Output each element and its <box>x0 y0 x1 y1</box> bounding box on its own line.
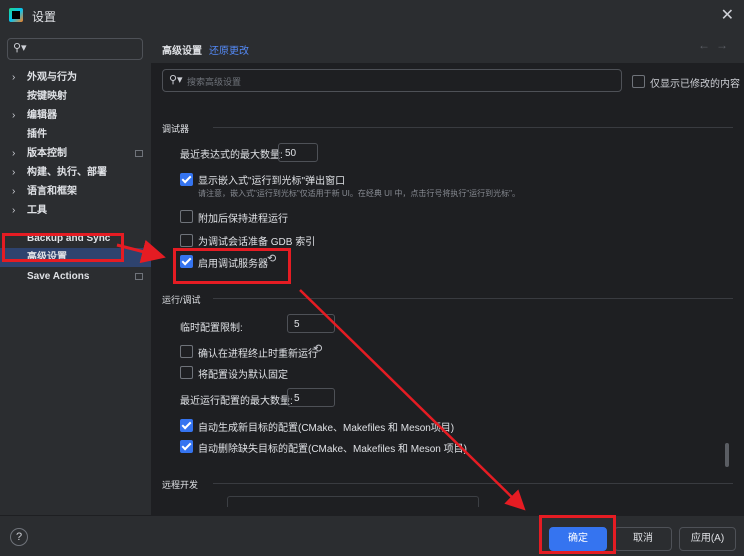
breadcrumb: 高级设置 还原更改 ←→ <box>151 30 744 63</box>
pin-default-checkbox[interactable] <box>180 366 193 379</box>
auto-delete-checkbox[interactable] <box>180 440 193 453</box>
section-divider <box>213 483 733 484</box>
show-inline-run-to-cursor-label: 显示嵌入式"运行到光标"弹出窗口 <box>198 176 346 187</box>
title-bar: 设置 ✕ <box>0 0 744 30</box>
app-logo-icon <box>9 8 23 22</box>
sidebar-item[interactable]: › 版本控制 <box>0 144 151 163</box>
recent-configs-label: 最近运行配置的最大数量: <box>180 396 293 407</box>
sidebar-item-label: 版本控制 <box>27 148 67 159</box>
project-scope-icon <box>135 150 143 157</box>
section-divider <box>213 298 733 299</box>
confirm-rerun-label: 确认在进程终止时重新运行 <box>198 349 318 360</box>
sidebar-item-label: 工具 <box>27 205 47 216</box>
auto-generate-checkbox[interactable] <box>180 419 193 432</box>
section-run-debug: 运行/调试 <box>162 295 201 305</box>
modified-only-label: 仅显示已修改的内容 <box>650 79 740 90</box>
nav-gap <box>0 220 151 229</box>
gdb-index-label: 为调试会话准备 GDB 索引 <box>198 237 316 248</box>
search-icon: ⚲▾ <box>169 74 183 86</box>
reset-changes-link[interactable]: 还原更改 <box>209 42 249 57</box>
reset-arrow-icon[interactable]: ⟲ <box>313 342 322 355</box>
gdb-index-checkbox[interactable] <box>180 234 193 247</box>
pin-default-label: 将配置设为默认固定 <box>198 370 288 381</box>
chevron-right-icon[interactable]: › <box>12 182 15 201</box>
auto-generate-label: 自动生成新目标的配置(CMake、Makefiles 和 Meson项目) <box>198 423 455 434</box>
section-debugger: 调试器 <box>162 124 190 134</box>
sidebar-item-label: Save Actions <box>27 271 90 282</box>
advanced-settings-search-input[interactable]: ⚲▾ 搜索高级设置 <box>162 69 622 92</box>
window-title: 设置 <box>32 10 57 24</box>
dialog-footer: ? 确定 取消 应用(A) <box>0 515 744 556</box>
sidebar-item[interactable]: › 工具 <box>0 201 151 220</box>
back-forward-arrows[interactable]: ←→ <box>698 38 734 52</box>
sidebar-item[interactable]: › 编辑器 <box>0 106 151 125</box>
sidebar-item[interactable]: › 外观与行为 <box>0 68 151 87</box>
scrollbar-thumb[interactable] <box>725 443 729 467</box>
sidebar-item[interactable]: › 语言和框架 <box>0 182 151 201</box>
keep-process-label: 附加后保持进程运行 <box>198 214 288 225</box>
highlight-advanced-settings <box>2 233 124 262</box>
search-placeholder: 搜索高级设置 <box>187 77 242 87</box>
recent-expr-label: 最近表达式的最大数量: <box>180 150 283 161</box>
sidebar-item[interactable]: 插件 <box>0 125 151 144</box>
chevron-right-icon[interactable]: › <box>12 144 15 163</box>
show-inline-run-to-cursor-checkbox[interactable] <box>180 173 193 186</box>
sidebar-item-label: 按键映射 <box>27 91 67 102</box>
section-remote: 远程开发 <box>162 480 199 490</box>
project-scope-icon <box>135 273 143 280</box>
modified-only-checkbox[interactable] <box>632 75 645 88</box>
chevron-right-icon[interactable]: › <box>12 163 15 182</box>
highlight-enable-debug-server <box>173 248 291 284</box>
highlight-ok-button <box>539 515 616 554</box>
remote-dev-panel <box>227 496 479 507</box>
page-title: 高级设置 <box>162 46 202 57</box>
temp-limit-label: 临时配置限制: <box>180 323 243 334</box>
sidebar-item[interactable]: Save Actions <box>0 267 151 286</box>
apply-button[interactable]: 应用(A) <box>679 527 736 551</box>
sidebar-item-label: 构建、执行、部署 <box>27 167 107 178</box>
close-icon[interactable]: ✕ <box>721 5 734 25</box>
show-inline-hint: 请注意，嵌入式"运行到光标"仅适用于新 UI。在经典 UI 中，点击行号将执行"… <box>198 189 521 198</box>
sidebar-search-input[interactable]: ⚲▾ <box>7 38 143 60</box>
recent-configs-field[interactable]: 5 <box>287 388 335 407</box>
temp-limit-field[interactable]: 5 <box>287 314 335 333</box>
settings-sidebar: ⚲▾ › 外观与行为 按键映射 › 编辑器 插件 › 版本控制 › 构建、执行、部署 › 语言和框架 ›… <box>0 30 151 515</box>
sidebar-item-label: 外观与行为 <box>27 72 77 83</box>
chevron-right-icon[interactable]: › <box>12 68 15 87</box>
confirm-rerun-checkbox[interactable] <box>180 345 193 358</box>
keep-process-checkbox[interactable] <box>180 210 193 223</box>
recent-expr-field[interactable]: 50 <box>278 143 318 162</box>
chevron-right-icon[interactable]: › <box>12 201 15 220</box>
sidebar-item-label: 语言和框架 <box>27 186 77 197</box>
sidebar-item-label: 插件 <box>27 129 47 140</box>
sidebar-item-label: 编辑器 <box>27 110 57 121</box>
auto-delete-label: 自动删除缺失目标的配置(CMake、Makefiles 和 Meson 项目) <box>198 444 467 455</box>
search-icon: ⚲▾ <box>13 42 27 54</box>
cancel-button[interactable]: 取消 <box>614 527 672 551</box>
chevron-right-icon[interactable]: › <box>12 106 15 125</box>
sidebar-item[interactable]: 按键映射 <box>0 87 151 106</box>
sidebar-item[interactable]: › 构建、执行、部署 <box>0 163 151 182</box>
help-icon[interactable]: ? <box>10 528 28 546</box>
section-divider <box>213 127 733 128</box>
